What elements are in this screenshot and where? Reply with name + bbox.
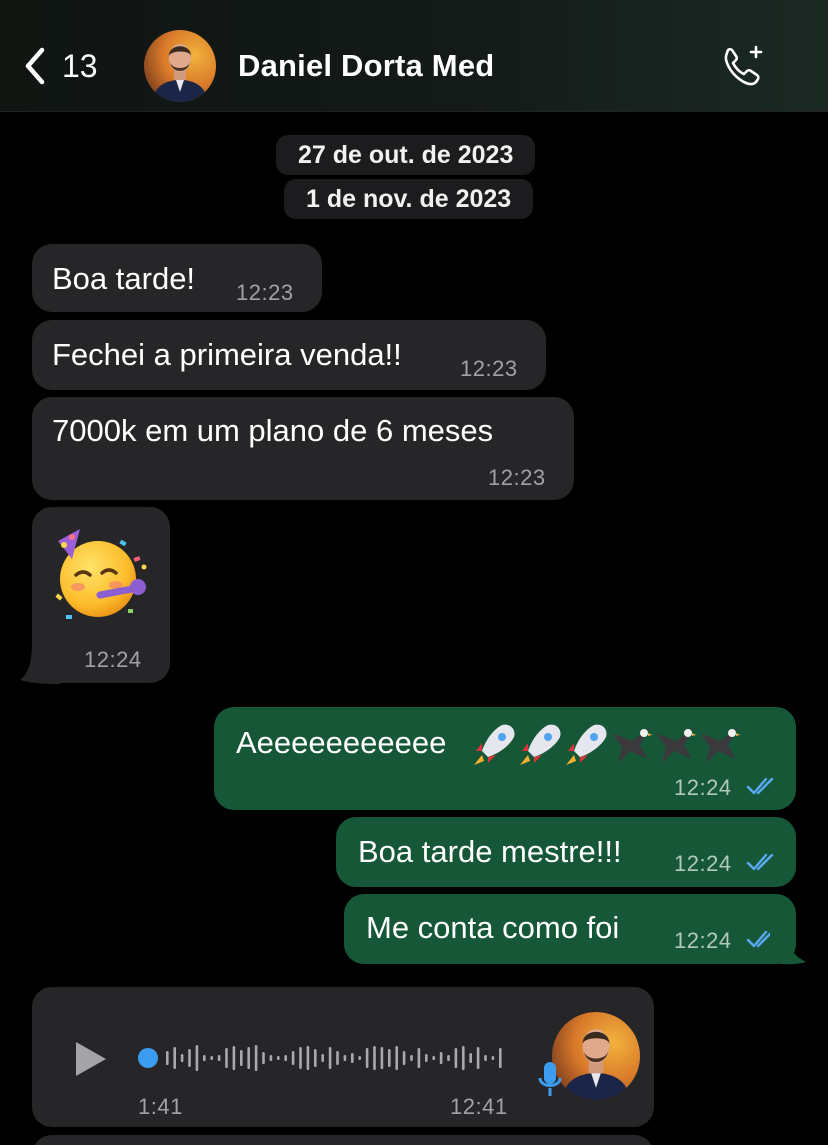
waveform-bar xyxy=(188,1049,191,1067)
add-call-icon[interactable] xyxy=(718,42,768,92)
waveform-bar xyxy=(254,1045,258,1071)
waveform-bar xyxy=(410,1055,413,1061)
outgoing-message[interactable]: Boa tarde mestre!!! 12:24 xyxy=(336,817,796,887)
waveform-bar xyxy=(373,1046,376,1070)
waveform-bar xyxy=(432,1056,435,1060)
waveform-bar xyxy=(402,1051,406,1065)
voice-duration: 1:41 xyxy=(138,1094,183,1119)
sender-avatar xyxy=(552,1012,640,1100)
waveform-bar xyxy=(388,1049,391,1067)
message-text: Boa tarde! xyxy=(52,261,196,296)
bubble-tail xyxy=(770,918,806,965)
message-text: Aeeeeeeeeeee xyxy=(236,725,447,760)
waveform-bar xyxy=(277,1056,280,1060)
waveform-bar xyxy=(439,1052,443,1064)
contact-name[interactable]: Daniel Dorta Med xyxy=(238,48,494,84)
waveform-bar xyxy=(195,1045,199,1071)
incoming-message[interactable]: Boa tarde! 12:23 xyxy=(32,244,322,312)
date-separator: 1 de nov. de 2023 xyxy=(284,179,534,219)
bubble-tail xyxy=(20,640,60,684)
message-time: 12:24 xyxy=(674,851,732,876)
chat-header: 13 Daniel Dorta Med xyxy=(0,0,828,112)
waveform-bar xyxy=(380,1047,384,1069)
message-time: 12:24 xyxy=(84,647,142,672)
unread-count: 13 xyxy=(62,47,98,84)
voice-waveform[interactable] xyxy=(136,1040,516,1076)
contact-avatar[interactable] xyxy=(144,30,216,102)
message-text: 7000k em um plano de 6 meses xyxy=(52,413,494,448)
waveform-bar xyxy=(217,1055,221,1061)
read-receipt-icon xyxy=(746,777,774,795)
waveform-bar xyxy=(484,1055,487,1061)
waveform-bar xyxy=(476,1047,480,1069)
waveform-bar xyxy=(314,1049,317,1067)
waveform-bar xyxy=(462,1046,465,1070)
waveform-bar xyxy=(447,1055,450,1061)
waveform-bar xyxy=(491,1056,495,1060)
waveform-bar xyxy=(180,1054,184,1062)
message-time: 12:23 xyxy=(488,465,546,490)
waveform-bar xyxy=(240,1050,243,1066)
waveform-bar xyxy=(336,1051,339,1065)
message-text: Me conta como foi xyxy=(366,910,620,945)
message-time: 12:23 xyxy=(236,280,294,305)
waveform-bar xyxy=(225,1048,228,1068)
waveform-bar xyxy=(358,1056,361,1060)
microphone-icon xyxy=(538,1062,562,1096)
waveform-bar xyxy=(247,1047,250,1069)
read-receipt-icon xyxy=(746,853,774,871)
message-time: 12:23 xyxy=(460,356,518,381)
waveform-bar xyxy=(269,1055,273,1061)
message-time: 12:24 xyxy=(674,775,732,800)
waveform-bar xyxy=(306,1046,310,1070)
waveform-bar xyxy=(328,1047,332,1069)
waveform-bar xyxy=(351,1053,354,1063)
waveform-bar xyxy=(232,1046,236,1070)
waveform-bar xyxy=(469,1053,472,1063)
waveform-bar xyxy=(395,1046,398,1070)
waveform-bar xyxy=(454,1048,458,1068)
waveform-bar xyxy=(166,1051,169,1065)
play-icon[interactable] xyxy=(72,1040,108,1078)
back-button[interactable]: 13 xyxy=(22,44,106,88)
waveform-bar xyxy=(299,1047,302,1069)
partying-face-emoji xyxy=(55,529,147,619)
incoming-message[interactable]: 7000k em um plano de 6 meses 12:23 xyxy=(32,397,574,500)
rocket-eagle-emojis xyxy=(474,724,740,765)
waveform-bar xyxy=(321,1054,324,1062)
message-time: 12:24 xyxy=(674,928,732,953)
message-time: 12:41 xyxy=(450,1094,508,1119)
incoming-message[interactable]: Fechei a primeira venda!! 12:23 xyxy=(32,320,546,390)
waveform-bar xyxy=(291,1051,295,1065)
waveform-bar xyxy=(499,1048,502,1068)
incoming-message[interactable] xyxy=(32,1135,654,1145)
outgoing-message[interactable]: Aeeeeeeeeeee 12:24 xyxy=(214,707,796,810)
waveform-bar xyxy=(343,1055,347,1061)
date-separator: 27 de out. de 2023 xyxy=(276,135,536,175)
waveform-bar xyxy=(173,1047,176,1069)
waveform-bar xyxy=(425,1054,428,1062)
waveform-bar xyxy=(262,1052,265,1064)
message-text: Fechei a primeira venda!! xyxy=(52,337,402,372)
waveform-bar xyxy=(365,1048,369,1068)
waveform-bar xyxy=(203,1055,206,1061)
waveform-bar xyxy=(284,1055,287,1061)
waveform-bar xyxy=(417,1048,421,1068)
waveform-bar xyxy=(210,1056,213,1060)
chevron-left-icon xyxy=(25,47,45,85)
playhead-dot[interactable] xyxy=(138,1048,158,1068)
message-text: Boa tarde mestre!!! xyxy=(358,834,622,869)
outgoing-message[interactable]: Me conta como foi 12:24 xyxy=(344,894,796,964)
